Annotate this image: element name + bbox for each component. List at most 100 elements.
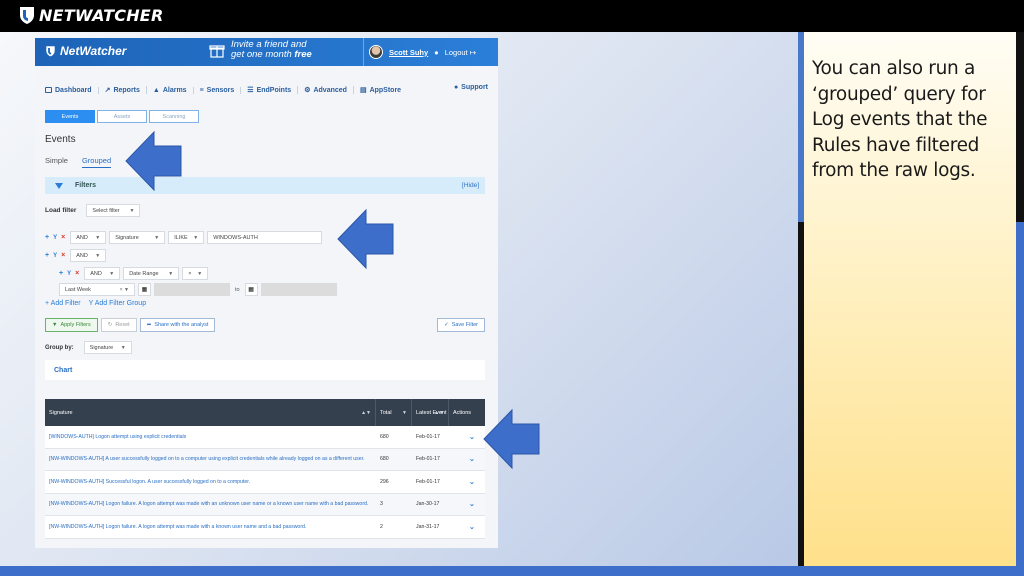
row-signature-link[interactable]: [NW-WINDOWS-AUTH] A user successfully lo… [45, 456, 376, 462]
nav-dashboard[interactable]: Dashboard [45, 86, 99, 94]
field-select[interactable]: Signature ▼ [109, 231, 166, 244]
callout-arrow-filter [337, 208, 394, 270]
row-signature-link[interactable]: [NW-WINDOWS-AUTH] Logon failure. A logon… [45, 524, 376, 530]
chevron-down-icon[interactable]: ⌄ [453, 479, 475, 486]
monitor-icon [45, 87, 52, 93]
row-signature-link[interactable]: [NW-WINDOWS-AUTH] Logon failure. A logon… [45, 501, 376, 507]
bell-icon[interactable]: ● [434, 48, 439, 57]
start-date-input[interactable] [154, 283, 230, 296]
col-signature[interactable]: Signature ▲▼ [45, 399, 376, 426]
group-by-select[interactable]: Signature ▼ [83, 341, 132, 354]
filters-panel-header[interactable]: Filters [Hide] [45, 177, 485, 194]
table-row[interactable]: [WINDOWS-AUTH] Logon attempt using expli… [45, 426, 485, 449]
add-filter-group-link[interactable]: Y Add Filter Group [89, 300, 146, 307]
tab-events[interactable]: Events [45, 110, 95, 123]
slide-brand-logo: NETWATCHER [18, 5, 163, 25]
delete-rule-icon[interactable]: × [61, 234, 65, 241]
nav-advanced[interactable]: ⚙ Advanced [298, 86, 354, 94]
add-subgroup-icon[interactable]: Y [53, 253, 57, 259]
row-signature-link[interactable]: [NW-WINDOWS-AUTH] Successful logon. A us… [45, 479, 376, 485]
events-table: Signature ▲▼ Total ▼ Latest Event ▲▼ Action… [45, 399, 485, 539]
nav-support[interactable]: ● Support [454, 84, 488, 91]
cart-icon: ▤ [359, 87, 367, 94]
save-filter-button[interactable]: ✓ Save Filter [437, 318, 485, 332]
tab-scanning[interactable]: Scanning [149, 110, 199, 123]
support-icon: ● [453, 84, 459, 91]
nav-sensors[interactable]: ≡ Sensors [194, 86, 242, 94]
nav-alarms[interactable]: ▲ Alarms [147, 86, 194, 94]
sort-icon: ▲▼ [434, 409, 444, 416]
row-latest-event: Feb-01-17 [416, 478, 440, 485]
app-logo[interactable]: NetWatcher [45, 44, 126, 58]
chevron-down-icon[interactable]: ⌄ [453, 456, 475, 463]
table-row[interactable]: [NW-WINDOWS-AUTH] Logon failure. A logon… [45, 493, 485, 516]
to-label: to [235, 286, 240, 293]
group-by-row: Group by: Signature ▼ [45, 341, 132, 354]
logout-link[interactable]: Logout ↦ [445, 48, 476, 57]
hide-filters-link[interactable]: [Hide] [462, 182, 479, 189]
row-total: 296 [380, 478, 389, 485]
filter-date-rule-row: + Y × AND ▼ Date Range ▼ × ▼ [59, 267, 209, 280]
operator-select[interactable]: × ▼ [182, 267, 209, 280]
nav-endpoints[interactable]: ☰ EndPoints [241, 86, 299, 94]
logic-select[interactable]: AND ▼ [84, 267, 121, 280]
row-signature-link[interactable]: [WINDOWS-AUTH] Logon attempt using expli… [45, 434, 376, 440]
caret-down-icon: ▼ [129, 207, 135, 214]
bell-icon: ▲ [152, 86, 160, 94]
add-rule-icon[interactable]: + [45, 234, 49, 241]
delete-rule-icon[interactable]: × [75, 270, 79, 277]
nav-appstore[interactable]: ▤ AppStore [354, 86, 407, 95]
logic-select[interactable]: AND ▼ [70, 231, 107, 244]
delete-group-icon[interactable]: × [61, 252, 65, 259]
note-panel: You can also run a ‘grouped’ query for L… [804, 32, 1016, 566]
chart-panel-header[interactable]: Chart [45, 360, 485, 380]
callout-arrow-actions [483, 408, 540, 470]
table-row[interactable]: [NW-WINDOWS-AUTH] Logon failure. A logon… [45, 516, 485, 539]
share-button[interactable]: ➦ Share with the analyst [139, 318, 216, 332]
table-row[interactable]: [NW-WINDOWS-AUTH] Successful logon. A us… [45, 471, 485, 494]
calendar-icon[interactable]: ▦ [244, 283, 258, 296]
add-filter-link[interactable]: + Add Filter [45, 300, 81, 307]
row-latest-event: Feb-01-17 [416, 433, 440, 440]
subtab-grouped[interactable]: Grouped [81, 156, 112, 168]
app-logo-text: NetWatcher [60, 44, 127, 58]
calendar-icon[interactable]: ▦ [138, 283, 151, 296]
add-subgroup-icon[interactable]: Y [67, 271, 71, 277]
load-filter-select[interactable]: Select filter ▼ [86, 204, 141, 217]
reset-button[interactable]: ↻ Reset [100, 318, 137, 332]
chevron-down-icon[interactable]: ⌄ [453, 434, 475, 441]
operator-select[interactable]: ILIKE ▼ [168, 231, 205, 244]
nav-reports[interactable]: ↗ Reports [99, 86, 147, 94]
tab-assets[interactable]: Assets [97, 110, 147, 123]
chevron-down-icon[interactable]: ⌄ [453, 524, 475, 531]
date-range-select[interactable]: Last Week × ▼ [59, 283, 135, 296]
note-text: You can also run a ‘grouped’ query for L… [812, 58, 988, 181]
add-rule-icon[interactable]: + [59, 270, 63, 277]
module-tabs: Events Assets Scanning [45, 110, 199, 123]
subtab-simple[interactable]: Simple [45, 156, 68, 168]
add-subgroup-icon[interactable]: Y [53, 235, 57, 241]
user-area: Scott Suhy ● Logout ↦ [369, 45, 476, 59]
slide-edge-dark [1016, 32, 1024, 222]
table-row[interactable]: [NW-WINDOWS-AUTH] A user successfully lo… [45, 448, 485, 471]
avatar[interactable] [369, 45, 383, 59]
slide-top-bar: NETWATCHER [0, 0, 1024, 32]
group-logic-select[interactable]: AND ▼ [70, 249, 107, 262]
end-date-input[interactable] [260, 283, 337, 296]
apply-filters-button[interactable]: ▼ Apply Filters [45, 318, 98, 332]
group-controls: + Y × [45, 252, 65, 259]
invite-promo[interactable]: Invite a friend and get one month free [209, 40, 312, 60]
col-total[interactable]: Total ▼ [376, 399, 412, 426]
field-select[interactable]: Date Range ▼ [123, 267, 180, 280]
row-latest-event: Feb-01-17 [416, 456, 440, 463]
view-subtabs: Simple Grouped [45, 156, 112, 168]
main-nav: Dashboard ↗ Reports ▲ Alarms ≡ Sensors ☰ End… [45, 84, 488, 96]
col-latest-event[interactable]: Latest Event ▲▼ [412, 399, 449, 426]
add-rule-icon[interactable]: + [45, 252, 49, 259]
chevron-down-icon[interactable]: ⌄ [453, 501, 475, 508]
filter-group-row: + Y × AND ▼ [45, 249, 107, 262]
row-latest-event: Jan-30-17 [416, 501, 440, 508]
user-name-link[interactable]: Scott Suhy [389, 48, 428, 57]
list-icon: ☰ [247, 87, 254, 94]
value-input[interactable]: WINDOWS-AUTH [207, 231, 323, 244]
